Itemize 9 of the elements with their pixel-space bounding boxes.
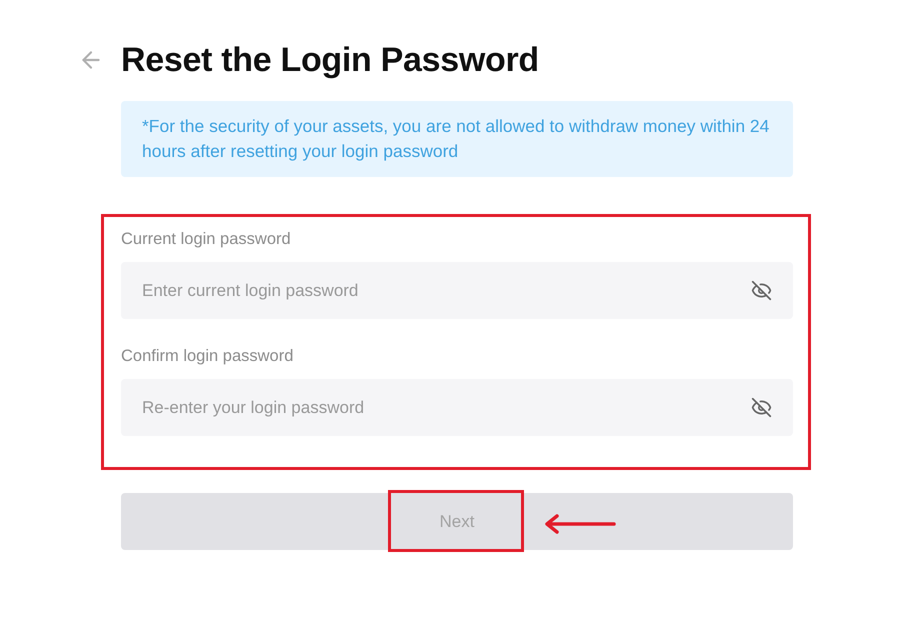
eye-slash-icon[interactable] (751, 280, 772, 301)
password-field[interactable]: Re-enter your login password (121, 379, 793, 436)
page-title: Reset the Login Password (121, 40, 539, 81)
security-notice: *For the security of your assets, you are not allowed to withdraw money within 24 hours after resetting your login password (121, 101, 793, 177)
password-field[interactable]: Enter current login password (121, 262, 793, 319)
pointer-arrow-icon (544, 513, 616, 535)
eye-slash-icon[interactable] (751, 397, 772, 418)
field-label: Confirm login password (121, 346, 294, 366)
field-label: Current login password (121, 229, 292, 249)
